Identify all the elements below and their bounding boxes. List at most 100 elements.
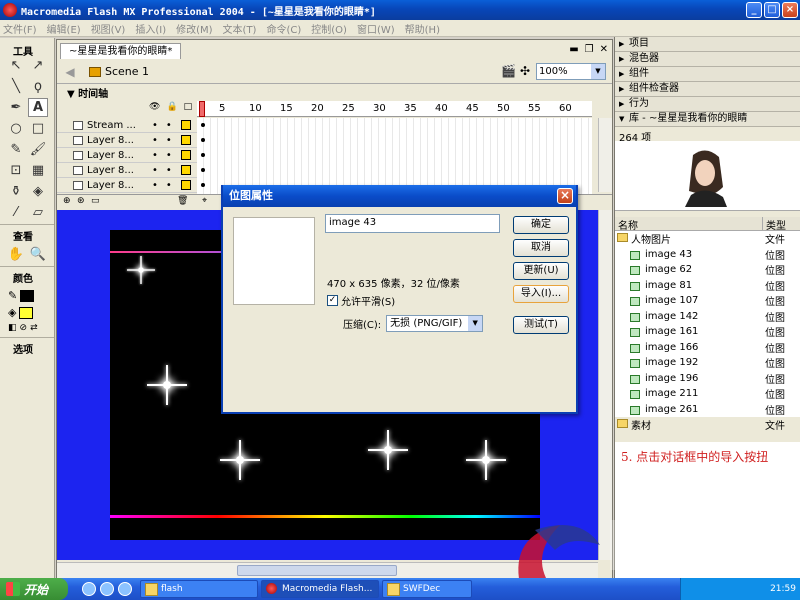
add-layer-icon[interactable]: ⊕ — [63, 196, 71, 206]
list-item[interactable]: image 43 位图 — [615, 246, 800, 262]
list-item[interactable]: image 62 位图 — [615, 262, 800, 278]
back-arrow-icon[interactable]: ◀ — [61, 65, 79, 79]
taskbar-item-swfdec[interactable]: SWFDec — [382, 580, 472, 598]
update-button[interactable]: 更新(U) — [513, 262, 569, 280]
doc-minimize-icon[interactable]: ▬ — [569, 44, 578, 55]
list-item[interactable]: image 261 位图 — [615, 401, 800, 417]
pencil-tool-icon[interactable]: ✎ — [6, 140, 26, 159]
lasso-tool-icon[interactable]: ϙ — [28, 77, 48, 96]
panel-project[interactable]: 项目 — [615, 37, 800, 52]
edit-scene-icon[interactable]: 🎬 — [501, 64, 516, 78]
brush-tool-icon[interactable]: 🖌 — [28, 140, 48, 159]
menu-view[interactable]: 视图(V) — [91, 21, 126, 36]
layer-row[interactable]: Layer 8... •• — [57, 163, 197, 178]
document-tab[interactable]: ~星星是我看你的眼睛* — [60, 43, 182, 59]
layer-toggles[interactable]: •• — [152, 180, 180, 191]
library-folder-material[interactable]: 素材 文件 — [615, 417, 800, 433]
media-icon[interactable] — [100, 582, 114, 596]
taskbar-item-flash-folder[interactable]: flash — [140, 580, 258, 598]
keyframe[interactable] — [201, 138, 205, 142]
paint-bucket-tool-icon[interactable]: ◈ — [28, 182, 48, 201]
pen-tool-icon[interactable]: ✒ — [6, 98, 26, 117]
test-button[interactable]: 测试(T) — [513, 316, 569, 334]
desktop-icon[interactable] — [118, 582, 132, 596]
list-item[interactable]: image 161 位图 — [615, 324, 800, 340]
layer-toggles[interactable]: •• — [152, 150, 180, 161]
menu-control[interactable]: 控制(O) — [311, 21, 347, 36]
hand-tool-icon[interactable]: ✋ — [6, 245, 26, 264]
layer-toggles[interactable]: •• — [152, 135, 180, 146]
layer-outline-box[interactable] — [181, 135, 191, 145]
maximize-button[interactable]: □ — [764, 2, 780, 18]
free-transform-tool-icon[interactable]: ⊡ — [6, 161, 26, 180]
subselect-tool-icon[interactable]: ↗ — [28, 56, 48, 75]
outline-icon[interactable]: □ — [184, 102, 193, 112]
keyframe[interactable] — [201, 123, 205, 127]
panel-color-mixer[interactable]: 混色器 — [615, 52, 800, 67]
chevron-down-icon[interactable]: ▼ — [468, 316, 483, 331]
line-tool-icon[interactable]: ╲ — [6, 77, 26, 96]
menu-insert[interactable]: 插入(I) — [135, 21, 166, 36]
bitmap-name-input[interactable]: image 43 — [325, 214, 500, 233]
swap-colors-icon[interactable]: ⇄ — [30, 323, 38, 333]
check-icon[interactable]: ✓ — [327, 295, 338, 306]
layer-row[interactable]: Layer 8... •• — [57, 133, 197, 148]
scroll-thumb[interactable] — [237, 565, 397, 576]
text-tool-icon[interactable]: A — [28, 98, 48, 117]
add-guide-icon[interactable]: ⊛ — [77, 196, 85, 206]
menu-file[interactable]: 文件(F) — [3, 21, 37, 36]
panel-behaviors[interactable]: 行为 — [615, 97, 800, 112]
chevron-down-icon[interactable]: ▼ — [591, 64, 605, 79]
list-item[interactable]: image 211 位图 — [615, 386, 800, 402]
trash-icon[interactable]: 🗑 — [177, 196, 188, 206]
keyframe[interactable] — [201, 168, 205, 172]
menu-commands[interactable]: 命令(C) — [266, 21, 301, 36]
panel-component-inspector[interactable]: 组件检查器 — [615, 82, 800, 97]
list-item[interactable]: image 196 位图 — [615, 370, 800, 386]
default-colors-icon[interactable]: ◧ — [8, 323, 17, 333]
fill-color-swatch[interactable] — [19, 306, 34, 319]
stage-vertical-scrollbar[interactable] — [598, 210, 612, 560]
list-item[interactable]: image 107 位图 — [615, 293, 800, 309]
start-button[interactable]: 开始 — [0, 578, 68, 600]
arrow-tool-icon[interactable]: ↖ — [6, 56, 26, 75]
close-button[interactable]: × — [782, 2, 798, 18]
add-folder-icon[interactable]: ▭ — [91, 196, 100, 206]
lock-icon[interactable]: 🔒 — [166, 102, 177, 112]
timeline-header[interactable]: ▼ 时间轴 — [57, 85, 612, 100]
menu-modify[interactable]: 修改(M) — [176, 21, 212, 36]
playhead[interactable] — [199, 101, 205, 117]
cancel-button[interactable]: 取消 — [513, 239, 569, 257]
layer-toggles[interactable]: •• — [152, 120, 180, 131]
layer-outline-box[interactable] — [181, 165, 191, 175]
compression-select[interactable]: 无损 (PNG/GIF) ▼ — [386, 315, 484, 332]
menu-text[interactable]: 文本(T) — [223, 21, 257, 36]
layer-row[interactable]: Layer 8... •• — [57, 178, 197, 193]
scene-label[interactable]: Scene 1 — [105, 65, 149, 78]
no-color-icon[interactable]: ⊘ — [20, 323, 28, 333]
doc-restore-icon[interactable]: ❐ — [585, 44, 594, 55]
keyframe[interactable] — [201, 183, 205, 187]
zoom-select[interactable]: 100% ▼ — [536, 63, 606, 80]
zoom-tool-icon[interactable]: 🔍 — [28, 245, 48, 264]
keyframe[interactable] — [201, 153, 205, 157]
fill-transform-tool-icon[interactable]: ▦ — [28, 161, 48, 180]
eraser-tool-icon[interactable]: ▱ — [28, 203, 48, 222]
list-item[interactable]: image 166 位图 — [615, 339, 800, 355]
minimize-button[interactable]: _ — [746, 2, 762, 18]
ok-button[interactable]: 确定 — [513, 216, 569, 234]
eye-icon[interactable]: 👁 — [149, 102, 160, 112]
col-kind[interactable]: 类型 — [763, 217, 786, 232]
menu-help[interactable]: 帮助(H) — [405, 21, 440, 36]
layer-row[interactable]: Stream ... •• — [57, 118, 197, 133]
doc-close-icon[interactable]: ✕ — [600, 44, 608, 55]
smoothing-checkbox-row[interactable]: ✓ 允许平滑(S) — [327, 293, 395, 308]
dialog-close-icon[interactable]: × — [557, 188, 573, 204]
stroke-color-swatch[interactable] — [20, 289, 35, 302]
menu-window[interactable]: 窗口(W) — [357, 21, 395, 36]
oval-tool-icon[interactable]: ○ — [6, 119, 26, 138]
rectangle-tool-icon[interactable]: □ — [28, 119, 48, 138]
library-folder-people[interactable]: 人物图片 文件 — [615, 231, 800, 247]
edit-symbol-icon[interactable]: ✣ — [520, 64, 530, 78]
panel-library[interactable]: 库 - ~星星是我看你的眼睛 — [615, 112, 800, 127]
